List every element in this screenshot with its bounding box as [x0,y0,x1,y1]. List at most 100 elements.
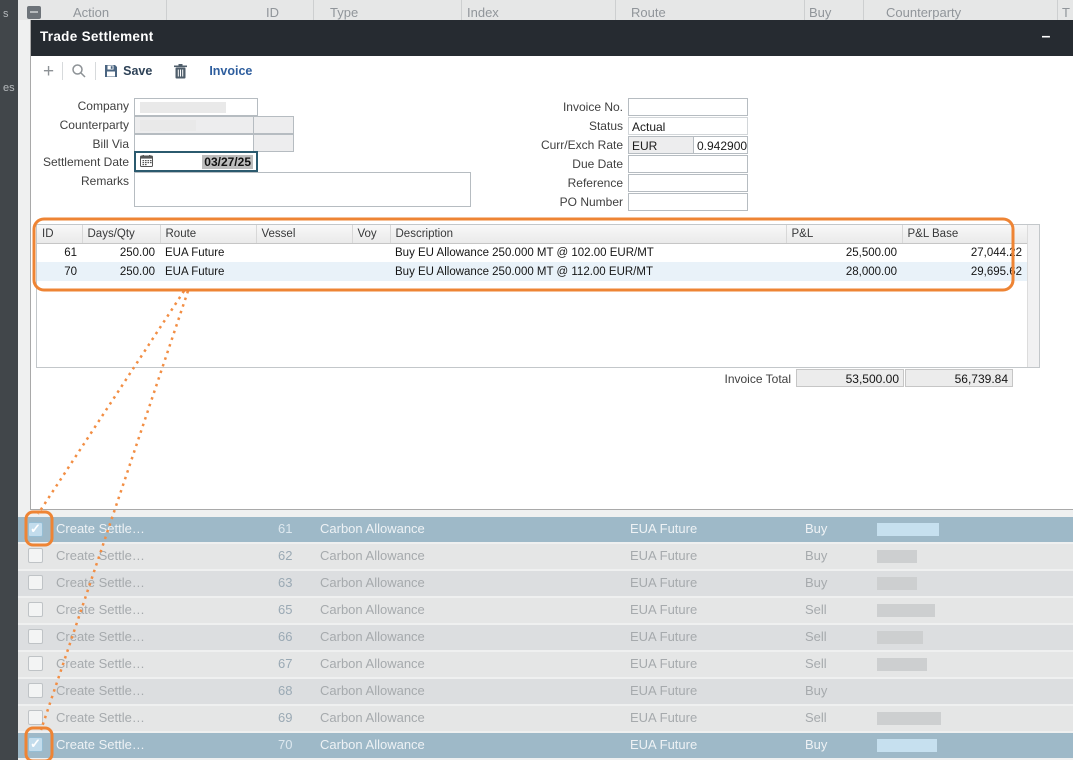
side-cell: Buy [805,521,827,536]
row-checkbox[interactable]: ✓ [28,737,43,752]
type-cell: Carbon Allowance [320,602,425,617]
counterparty-redacted [877,550,917,563]
table-row[interactable]: ✓ Create Settle… 61 Carbon Allowance EUA… [18,517,1073,542]
row-checkbox[interactable] [28,575,43,590]
column-header-route: Route [631,5,666,20]
save-icon [104,64,118,78]
remarks-field[interactable] [134,172,471,207]
row-checkbox[interactable] [28,683,43,698]
company-field[interactable] [134,98,258,116]
invoice-total-label: Invoice Total [591,372,791,386]
table-row[interactable]: Create Settle… 69 Carbon Allowance EUA F… [18,706,1073,731]
action-cell[interactable]: Create Settle… [56,710,145,725]
add-icon[interactable]: + [43,62,54,81]
grid-col-route[interactable]: Route [160,225,256,243]
grid-col-voy[interactable]: Voy [352,225,390,243]
row-checkbox[interactable] [28,656,43,671]
action-cell[interactable]: Create Settle… [56,521,145,536]
grid-col-days-qty[interactable]: Days/Qty [82,225,160,243]
action-cell[interactable]: Create Settle… [56,683,145,698]
due-date-field[interactable] [628,155,748,173]
po-number-field[interactable] [628,193,748,211]
counterparty-redacted [877,604,935,617]
table-row[interactable]: Create Settle… 63 Carbon Allowance EUA F… [18,571,1073,596]
table-row[interactable]: Create Settle… 66 Carbon Allowance EUA F… [18,625,1073,650]
grid-description-cell: Buy EU Allowance 250.000 MT @ 102.00 EUR… [390,243,786,262]
action-cell[interactable]: Create Settle… [56,575,145,590]
column-header-index: Index [467,5,499,20]
exch-rate-field[interactable]: 0.942900 [693,136,748,154]
side-cell: Buy [805,683,827,698]
route-cell: EUA Future [630,521,697,536]
select-all-checkbox[interactable] [27,6,41,19]
route-cell: EUA Future [630,629,697,644]
calendar-icon[interactable] [140,155,153,167]
id-cell: 61 [278,521,292,536]
grid-row[interactable]: 61 250.00 EUA Future Buy EU Allowance 25… [37,243,1027,262]
side-cell: Sell [805,710,827,725]
side-cell: Sell [805,629,827,644]
settlement-date-field[interactable]: 03/27/25 [134,151,258,172]
trade-settlement-dialog: Trade Settlement – + Save Invoice Compan… [30,20,1073,510]
action-cell[interactable]: Create Settle… [56,737,145,752]
grid-vessel-cell [256,243,352,262]
status-field[interactable]: Actual [628,117,748,135]
counterparty-redacted [877,658,927,671]
grid-scrollbar[interactable] [1027,225,1039,367]
grid-voy-cell [352,262,390,281]
grid-days-qty-cell: 250.00 [82,243,160,262]
id-cell: 67 [278,656,292,671]
action-cell[interactable]: Create Settle… [56,602,145,617]
row-checkbox[interactable] [28,548,43,563]
row-checkbox[interactable] [28,602,43,617]
currency-field[interactable]: EUR [628,136,694,154]
counterparty-field[interactable] [134,116,254,134]
grid-col-id[interactable]: ID [37,225,82,243]
type-cell: Carbon Allowance [320,737,425,752]
table-row[interactable]: Create Settle… 62 Carbon Allowance EUA F… [18,544,1073,569]
grid-description-cell: Buy EU Allowance 250.000 MT @ 112.00 EUR… [390,262,786,281]
po-number-label: PO Number [513,195,623,209]
side-cell: Sell [805,602,827,617]
counterparty-code-field[interactable] [253,116,294,134]
route-cell: EUA Future [630,575,697,590]
grid-col-pl-base[interactable]: P&L Base [902,225,1027,243]
search-icon[interactable] [71,63,87,79]
action-cell[interactable]: Create Settle… [56,629,145,644]
type-cell: Carbon Allowance [320,521,425,536]
counterparty-redacted [877,712,941,725]
type-cell: Carbon Allowance [320,629,425,644]
save-button[interactable]: Save [104,64,152,78]
grid-id-cell: 61 [37,243,82,262]
grid-col-pl[interactable]: P&L [786,225,902,243]
reference-field[interactable] [628,174,748,192]
curr-exch-rate-label: Curr/Exch Rate [513,138,623,152]
delete-icon[interactable] [174,64,187,79]
due-date-label: Due Date [513,157,623,171]
grid-col-description[interactable]: Description [390,225,786,243]
left-sidebar: s es [0,0,18,760]
table-row[interactable]: Create Settle… 68 Carbon Allowance EUA F… [18,679,1073,704]
column-header-counterparty: Counterparty [886,5,961,20]
row-checkbox[interactable] [28,710,43,725]
action-cell[interactable]: Create Settle… [56,548,145,563]
table-row[interactable]: Create Settle… 67 Carbon Allowance EUA F… [18,652,1073,677]
side-cell: Buy [805,548,827,563]
table-row[interactable]: Create Settle… 65 Carbon Allowance EUA F… [18,598,1073,623]
bill-via-code-field[interactable] [253,134,294,152]
row-checkbox[interactable] [28,629,43,644]
company-label: Company [19,99,129,113]
route-cell: EUA Future [630,710,697,725]
grid-col-vessel[interactable]: Vessel [256,225,352,243]
grid-route-cell: EUA Future [160,262,256,281]
type-cell: Carbon Allowance [320,710,425,725]
table-row[interactable]: ✓ Create Settle… 70 Carbon Allowance EUA… [18,733,1073,758]
grid-row[interactable]: 70 250.00 EUA Future Buy EU Allowance 25… [37,262,1027,281]
invoice-button[interactable]: Invoice [209,64,252,78]
action-cell[interactable]: Create Settle… [56,656,145,671]
minimize-icon[interactable]: – [1037,28,1055,48]
id-cell: 70 [278,737,292,752]
row-checkbox[interactable]: ✓ [28,522,43,537]
invoice-no-field[interactable] [628,98,748,116]
bill-via-field[interactable] [134,134,254,152]
